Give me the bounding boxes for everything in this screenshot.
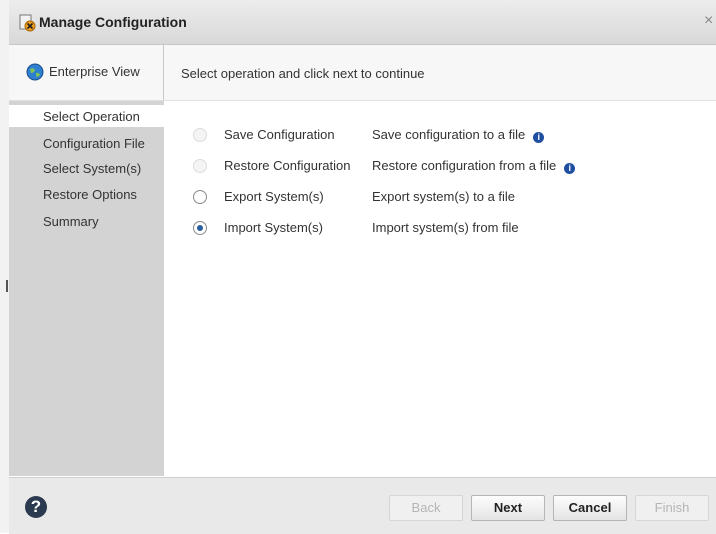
description-text: Save configuration to a file [372, 127, 526, 142]
option-label[interactable]: Export System(s) [224, 189, 324, 204]
title-bar[interactable]: Manage Configuration × [9, 0, 716, 45]
step-select-operation: Select Operation [43, 109, 140, 124]
edge-mark [6, 280, 8, 292]
step-summary: Summary [43, 214, 99, 229]
dialog-header: Enterprise View Select operation and cli… [9, 45, 716, 101]
import-systems-radio[interactable] [193, 221, 207, 235]
option-description: Export system(s) to a file [372, 189, 516, 204]
restore-configuration-radio [193, 159, 207, 173]
description-text: Restore configuration from a file [372, 158, 557, 173]
globe-icon [26, 63, 44, 81]
option-restore-configuration: Restore Configuration Restore configurat… [164, 156, 716, 178]
configuration-icon [19, 14, 36, 32]
finish-button[interactable]: Finish [635, 495, 709, 521]
help-icon[interactable]: ? [25, 496, 47, 518]
option-description: Import system(s) from file [372, 220, 519, 235]
export-systems-radio[interactable] [193, 190, 207, 204]
step-configuration-file: Configuration File [43, 136, 145, 151]
operation-list: Save Configuration Save configuration to… [164, 101, 716, 476]
option-label[interactable]: Import System(s) [224, 220, 323, 235]
info-icon[interactable]: i [564, 163, 576, 174]
step-select-systems: Select System(s) [43, 161, 142, 176]
option-label: Save Configuration [224, 127, 335, 142]
option-export-systems[interactable]: Export System(s) Export system(s) to a f… [164, 187, 716, 209]
next-button[interactable]: Next [471, 495, 545, 521]
dialog-footer: ? Back Next Cancel Finish [9, 477, 716, 534]
close-icon[interactable]: × [704, 12, 716, 30]
cancel-button[interactable]: Cancel [553, 495, 627, 521]
instruction-text: Select operation and click next to conti… [181, 66, 425, 81]
save-configuration-radio [193, 128, 207, 142]
background-window-edge [0, 0, 9, 533]
manage-configuration-dialog: Manage Configuration × Enterprise View S… [9, 0, 716, 534]
step-restore-options: Restore Options [43, 187, 137, 202]
dialog-title: Manage Configuration [39, 14, 187, 30]
context-panel: Enterprise View [9, 45, 164, 100]
info-icon[interactable]: i [533, 132, 545, 143]
option-label: Restore Configuration [224, 158, 351, 173]
option-import-systems[interactable]: Import System(s) Import system(s) from f… [164, 218, 716, 240]
wizard-steps: Select Operation Configuration File Sele… [9, 101, 164, 476]
option-save-configuration: Save Configuration Save configuration to… [164, 125, 716, 147]
context-label: Enterprise View [49, 64, 140, 79]
option-description: Restore configuration from a file i [372, 158, 576, 174]
back-button[interactable]: Back [389, 495, 463, 521]
option-description: Save configuration to a file i [372, 127, 545, 143]
